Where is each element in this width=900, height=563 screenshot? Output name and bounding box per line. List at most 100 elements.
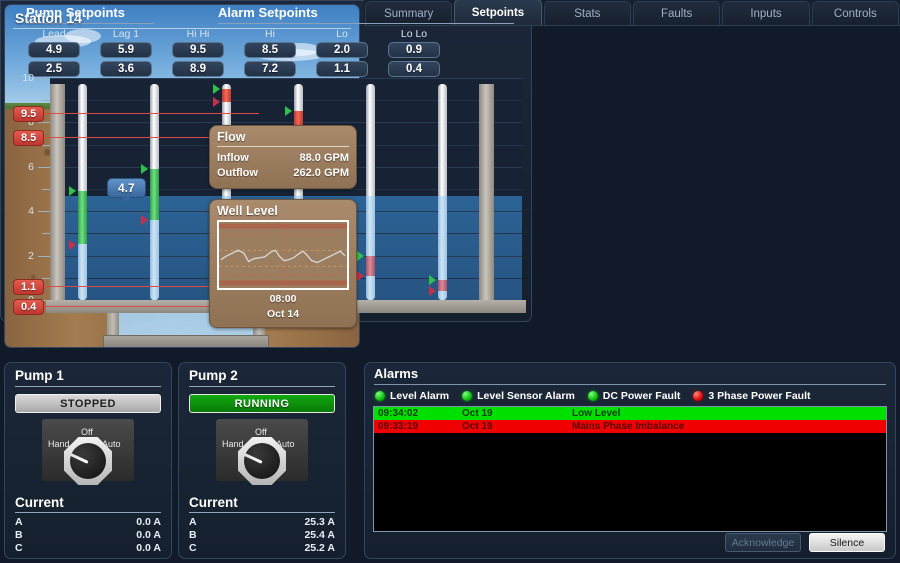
tab-controls[interactable]: Controls [812, 1, 899, 25]
setpoint-band-lag-1 [150, 169, 159, 220]
flow-card: Flow Inflow88.0 GPMOutflow262.0 GPM [209, 125, 357, 189]
gridline [50, 122, 522, 123]
alarm-indicator-row: Level AlarmLevel Sensor AlarmDC Power Fa… [365, 385, 895, 406]
hoa-off-label: Off [81, 427, 93, 437]
alarm-list[interactable]: 09:34:02Oct 19Low Level09:33:19Oct 19Mai… [373, 406, 887, 532]
pump-title: Pump 1 [5, 363, 171, 386]
current-value: 0.0 A [136, 542, 161, 555]
y-tick [42, 100, 50, 101]
well-level-trend-chart [217, 220, 349, 290]
current-row: A25.3 A [179, 516, 345, 529]
silence-button[interactable]: Silence [809, 533, 885, 552]
flow-value: 88.0 GPM [299, 151, 349, 166]
setpoint-off-field[interactable]: 2.5 [28, 61, 80, 77]
pump-status-badge: STOPPED [15, 394, 161, 413]
title-divider [13, 28, 351, 29]
setpoint-on-field[interactable]: 2.0 [316, 42, 368, 58]
off-setpoint-marker-icon [357, 271, 364, 281]
level-tube-lo [366, 84, 375, 300]
trend-date-label: Oct 14 [217, 308, 349, 320]
hmi-screen: SummarySetpointsStatsFaultsInputsControl… [0, 0, 900, 563]
setpoint-on-field[interactable]: 8.5 [244, 42, 296, 58]
current-phase-label: C [189, 542, 197, 555]
pump-status-badge: RUNNING [189, 394, 335, 413]
on-setpoint-marker-icon [141, 164, 148, 174]
setpoint-off-field[interactable]: 7.2 [244, 61, 296, 77]
acknowledge-button[interactable]: Acknowledge [725, 533, 801, 552]
lo-level-tag: 1.1 [13, 279, 44, 295]
off-setpoint-marker-icon [141, 215, 148, 225]
hand-off-auto-selector[interactable]: HandOffAuto [216, 419, 308, 491]
setpoint-label: Lag 1 [98, 28, 154, 40]
gridline [50, 78, 522, 79]
pump1-panel: Pump 1STOPPEDHandOffAutoCurrentA0.0 AB0.… [4, 362, 172, 559]
alarm-date: Oct 19 [462, 407, 572, 420]
setpoint-off-field[interactable]: 3.6 [100, 61, 152, 77]
tab-inputs[interactable]: Inputs [722, 1, 809, 25]
setpoint-column-hi: Hi 8.5 7.2 [242, 28, 298, 80]
current-divider [189, 512, 335, 513]
hoa-hand-label: Hand [222, 439, 244, 449]
current-row: A0.0 A [5, 516, 171, 529]
alarm-date: Oct 19 [462, 420, 572, 433]
well-floor-slab [103, 335, 269, 348]
station-title-text: Station 14 [5, 7, 359, 28]
current-row: C0.0 A [5, 542, 171, 555]
current-value: 25.2 A [304, 542, 335, 555]
setpoint-on-field[interactable]: 9.5 [172, 42, 224, 58]
on-setpoint-marker-icon [429, 275, 436, 285]
trend-svg [219, 222, 347, 288]
current-value: 0.0 A [136, 516, 161, 529]
pump-title-divider [15, 386, 161, 387]
setpoint-column-hi-hi: Hi Hi9.58.9 [170, 28, 226, 80]
status-led-icon [462, 391, 472, 401]
y-tick [38, 167, 50, 168]
on-setpoint-marker-icon [357, 251, 364, 261]
y-tick [42, 145, 50, 146]
tab-setpoints[interactable]: Setpoints [454, 0, 541, 25]
off-setpoint-marker-icon [429, 286, 436, 296]
well-level-card: Well Level 08:00 Oct 14 [209, 199, 357, 328]
tab-faults[interactable]: Faults [633, 1, 720, 25]
setpoint-band-lo [366, 256, 375, 276]
setpoint-on-field[interactable]: 5.9 [100, 42, 152, 58]
hi-hi-level-tag: 9.5 [13, 106, 44, 122]
hoa-knob[interactable] [64, 437, 112, 485]
setpoint-off-field[interactable]: 1.1 [316, 61, 368, 77]
tab-summary[interactable]: Summary [365, 1, 452, 25]
setpoint-band-lead [78, 191, 87, 244]
setpoint-off-field[interactable]: 0.4 [388, 61, 440, 77]
alarm-indicator-label: Level Sensor Alarm [477, 390, 575, 402]
y-tick [38, 78, 50, 79]
alarm-time: 09:33:19 [374, 420, 462, 433]
tube-liquid [366, 196, 375, 300]
status-led-icon [375, 391, 385, 401]
hoa-knob-face [70, 443, 106, 479]
flow-rows: Inflow88.0 GPMOutflow262.0 GPM [217, 151, 349, 181]
setpoint-column-lo-lo: Lo Lo0.90.4 [386, 28, 442, 80]
off-setpoint-marker-icon [213, 97, 220, 107]
current-row: B25.4 A [179, 529, 345, 542]
alarm-list-row[interactable]: 09:34:02Oct 19Low Level [374, 407, 886, 420]
alarm-indicator-label: DC Power Fault [603, 390, 681, 402]
y-tick-label: 4 [14, 205, 34, 217]
setpoint-band-hi-hi [222, 89, 231, 102]
tab-stats[interactable]: Stats [544, 1, 631, 25]
setpoint-on-field[interactable]: 0.9 [388, 42, 440, 58]
alarm-text: Mains Phase Imbalance [572, 420, 886, 433]
setpoint-label: Hi [242, 28, 298, 40]
hoa-hand-label: Hand [48, 439, 70, 449]
alarm-indicator-label: 3 Phase Power Fault [708, 390, 810, 402]
alarm-indicator: Level Sensor Alarm [462, 390, 575, 402]
alarm-list-row[interactable]: 09:33:19Oct 19Mains Phase Imbalance [374, 420, 886, 433]
hoa-knob[interactable] [238, 437, 286, 485]
y-tick [42, 189, 50, 190]
well-level-card-title: Well Level [217, 204, 349, 220]
setpoint-off-field[interactable]: 8.9 [172, 61, 224, 77]
alarm-indicator: DC Power Fault [588, 390, 681, 402]
setpoint-on-field[interactable]: 4.9 [28, 42, 80, 58]
hoa-off-label: Off [255, 427, 267, 437]
hand-off-auto-selector[interactable]: HandOffAuto [42, 419, 134, 491]
current-section-title: Current [5, 491, 171, 512]
y-tick [42, 233, 50, 234]
